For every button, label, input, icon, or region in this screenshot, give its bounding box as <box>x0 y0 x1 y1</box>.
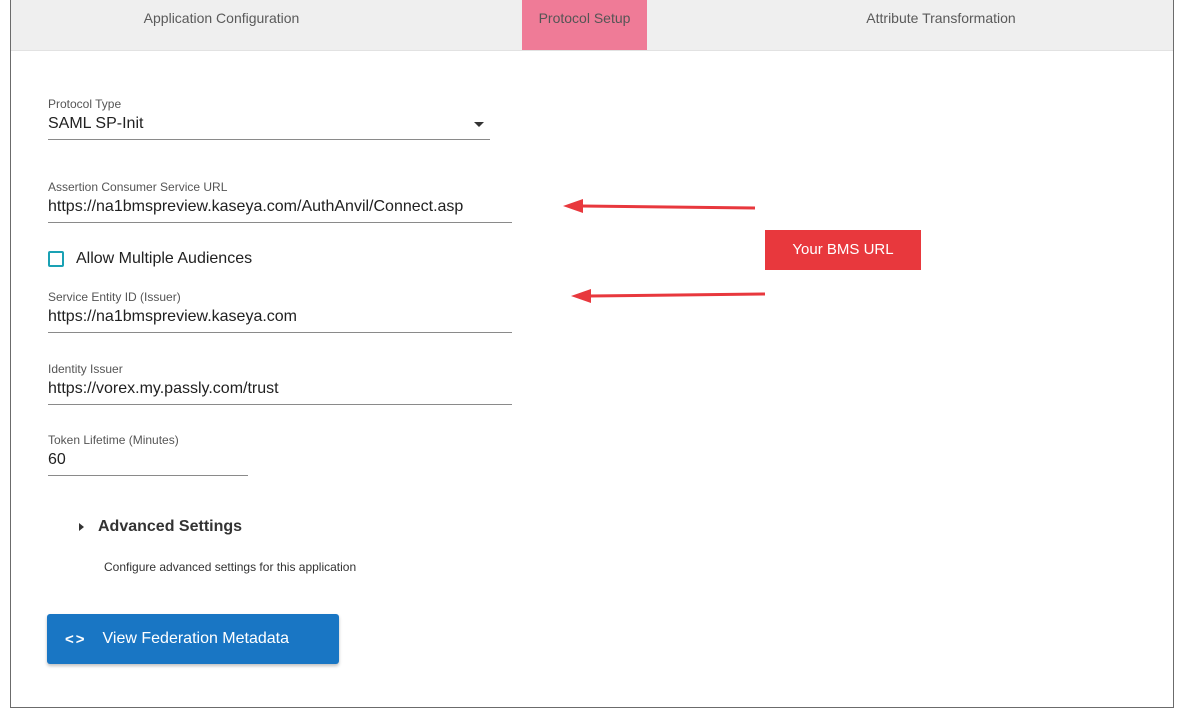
arrow-to-acs-url <box>563 199 756 213</box>
annotation-arrows <box>563 199 766 303</box>
protocol-setup-panel: Application Configuration Protocol Setup… <box>10 0 1174 708</box>
arrow-to-service-entity <box>571 289 766 303</box>
